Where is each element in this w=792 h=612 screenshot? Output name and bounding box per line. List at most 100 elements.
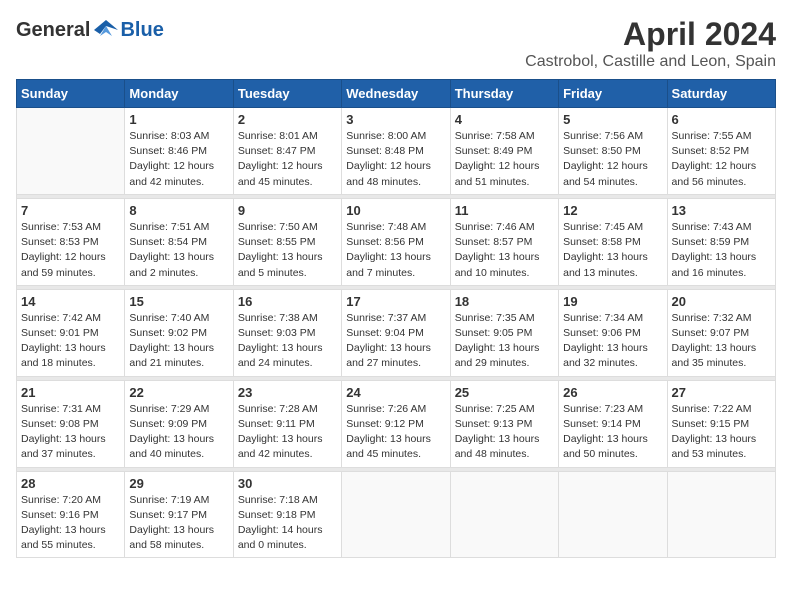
page-header: General Blue April 2024 Castrobol, Casti… [16,16,776,71]
calendar-cell: 22 Sunrise: 7:29 AM Sunset: 9:09 PM Dayli… [125,380,233,467]
day-number: 25 [455,385,554,400]
calendar-cell: 12 Sunrise: 7:45 AM Sunset: 8:58 PM Dayli… [559,198,667,285]
title-area: April 2024 Castrobol, Castille and Leon,… [525,16,776,71]
calendar-week-row: 1 Sunrise: 8:03 AM Sunset: 8:46 PM Daylig… [17,108,776,195]
day-number: 20 [672,294,771,309]
day-number: 28 [21,476,120,491]
calendar-cell: 16 Sunrise: 7:38 AM Sunset: 9:03 PM Dayli… [233,289,341,376]
day-number: 18 [455,294,554,309]
day-info: Sunrise: 8:03 AM Sunset: 8:46 PM Dayligh… [129,130,214,188]
weekday-header: Wednesday [342,80,450,108]
calendar-cell: 3 Sunrise: 8:00 AM Sunset: 8:48 PM Daylig… [342,108,450,195]
calendar-cell: 19Sunrise: 7:34 AM Sunset: 9:06 PM Dayli… [559,289,667,376]
day-info: Sunrise: 7:58 AM Sunset: 8:49 PM Dayligh… [455,130,540,188]
day-number: 21 [21,385,120,400]
calendar-cell: 28 Sunrise: 7:20 AM Sunset: 9:16 PM Dayli… [17,471,125,558]
day-info: Sunrise: 7:25 AM Sunset: 9:13 PM Dayligh… [455,403,540,461]
day-number: 3 [346,112,445,127]
day-info: Sunrise: 7:43 AM Sunset: 8:59 PM Dayligh… [672,221,757,279]
day-info: Sunrise: 7:56 AM Sunset: 8:50 PM Dayligh… [563,130,648,188]
day-info: Sunrise: 7:19 AM Sunset: 9:17 PM Dayligh… [129,494,214,552]
day-number: 23 [238,385,337,400]
day-info: Sunrise: 7:29 AM Sunset: 9:09 PM Dayligh… [129,403,214,461]
day-info: Sunrise: 7:35 AM Sunset: 9:05 PM Dayligh… [455,312,540,370]
weekday-header: Saturday [667,80,775,108]
calendar-cell: 23 Sunrise: 7:28 AM Sunset: 9:11 PM Dayli… [233,380,341,467]
day-info: Sunrise: 7:38 AM Sunset: 9:03 PM Dayligh… [238,312,323,370]
location-title: Castrobol, Castille and Leon, Spain [525,53,776,71]
day-number: 24 [346,385,445,400]
calendar-cell: 26 Sunrise: 7:23 AM Sunset: 9:14 PM Dayli… [559,380,667,467]
calendar-cell: 30Sunrise: 7:18 AM Sunset: 9:18 PM Dayli… [233,471,341,558]
day-info: Sunrise: 7:26 AM Sunset: 9:12 PM Dayligh… [346,403,431,461]
day-info: Sunrise: 7:51 AM Sunset: 8:54 PM Dayligh… [129,221,214,279]
logo-bird-icon [92,16,120,44]
day-number: 26 [563,385,662,400]
day-number: 22 [129,385,228,400]
calendar-cell [450,471,558,558]
day-info: Sunrise: 7:18 AM Sunset: 9:18 PM Dayligh… [238,494,323,552]
month-title: April 2024 [525,16,776,53]
calendar-cell: 17 Sunrise: 7:37 AM Sunset: 9:04 PM Dayli… [342,289,450,376]
day-number: 13 [672,203,771,218]
day-info: Sunrise: 7:20 AM Sunset: 9:16 PM Dayligh… [21,494,106,552]
weekday-header: Thursday [450,80,558,108]
calendar-week-row: 7 Sunrise: 7:53 AM Sunset: 8:53 PM Daylig… [17,198,776,285]
calendar-cell: 8 Sunrise: 7:51 AM Sunset: 8:54 PM Daylig… [125,198,233,285]
day-info: Sunrise: 7:40 AM Sunset: 9:02 PM Dayligh… [129,312,214,370]
weekday-header: Friday [559,80,667,108]
calendar-cell: 14 Sunrise: 7:42 AM Sunset: 9:01 PM Dayli… [17,289,125,376]
logo-blue-text: Blue [120,19,163,42]
calendar-week-row: 14 Sunrise: 7:42 AM Sunset: 9:01 PM Dayli… [17,289,776,376]
day-info: Sunrise: 7:50 AM Sunset: 8:55 PM Dayligh… [238,221,323,279]
day-number: 2 [238,112,337,127]
day-info: Sunrise: 7:32 AM Sunset: 9:07 PM Dayligh… [672,312,757,370]
day-number: 6 [672,112,771,127]
day-number: 9 [238,203,337,218]
calendar-cell: 11Sunrise: 7:46 AM Sunset: 8:57 PM Dayli… [450,198,558,285]
day-info: Sunrise: 7:23 AM Sunset: 9:14 PM Dayligh… [563,403,648,461]
day-info: Sunrise: 7:53 AM Sunset: 8:53 PM Dayligh… [21,221,106,279]
calendar-week-row: 21Sunrise: 7:31 AM Sunset: 9:08 PM Dayli… [17,380,776,467]
logo: General Blue [16,16,164,44]
calendar-cell: 29Sunrise: 7:19 AM Sunset: 9:17 PM Dayli… [125,471,233,558]
day-number: 1 [129,112,228,127]
day-number: 8 [129,203,228,218]
calendar-cell: 5Sunrise: 7:56 AM Sunset: 8:50 PM Daylig… [559,108,667,195]
calendar-cell: 9 Sunrise: 7:50 AM Sunset: 8:55 PM Daylig… [233,198,341,285]
calendar-cell [17,108,125,195]
logo-general-text: General [16,19,90,42]
calendar-cell [559,471,667,558]
calendar-cell: 25 Sunrise: 7:25 AM Sunset: 9:13 PM Dayli… [450,380,558,467]
day-info: Sunrise: 8:00 AM Sunset: 8:48 PM Dayligh… [346,130,431,188]
day-info: Sunrise: 7:42 AM Sunset: 9:01 PM Dayligh… [21,312,106,370]
calendar-cell: 18 Sunrise: 7:35 AM Sunset: 9:05 PM Dayli… [450,289,558,376]
calendar-cell: 7 Sunrise: 7:53 AM Sunset: 8:53 PM Daylig… [17,198,125,285]
weekday-header: Tuesday [233,80,341,108]
day-info: Sunrise: 7:22 AM Sunset: 9:15 PM Dayligh… [672,403,757,461]
calendar-cell: 10Sunrise: 7:48 AM Sunset: 8:56 PM Dayli… [342,198,450,285]
calendar-table: SundayMondayTuesdayWednesdayThursdayFrid… [16,79,776,558]
calendar-cell: 21Sunrise: 7:31 AM Sunset: 9:08 PM Dayli… [17,380,125,467]
day-number: 17 [346,294,445,309]
calendar-cell: 15 Sunrise: 7:40 AM Sunset: 9:02 PM Dayli… [125,289,233,376]
day-number: 10 [346,203,445,218]
weekday-header: Sunday [17,80,125,108]
calendar-cell: 6 Sunrise: 7:55 AM Sunset: 8:52 PM Daylig… [667,108,775,195]
day-number: 16 [238,294,337,309]
calendar-cell: 20 Sunrise: 7:32 AM Sunset: 9:07 PM Dayli… [667,289,775,376]
day-number: 7 [21,203,120,218]
calendar-cell: 24 Sunrise: 7:26 AM Sunset: 9:12 PM Dayli… [342,380,450,467]
day-number: 15 [129,294,228,309]
weekday-header: Monday [125,80,233,108]
calendar-cell: 1 Sunrise: 8:03 AM Sunset: 8:46 PM Daylig… [125,108,233,195]
calendar-cell: 2Sunrise: 8:01 AM Sunset: 8:47 PM Daylig… [233,108,341,195]
day-info: Sunrise: 7:55 AM Sunset: 8:52 PM Dayligh… [672,130,757,188]
day-number: 19 [563,294,662,309]
calendar-cell: 27Sunrise: 7:22 AM Sunset: 9:15 PM Dayli… [667,380,775,467]
day-info: Sunrise: 7:28 AM Sunset: 9:11 PM Dayligh… [238,403,323,461]
day-info: Sunrise: 7:37 AM Sunset: 9:04 PM Dayligh… [346,312,431,370]
day-info: Sunrise: 7:45 AM Sunset: 8:58 PM Dayligh… [563,221,648,279]
day-number: 12 [563,203,662,218]
day-number: 14 [21,294,120,309]
